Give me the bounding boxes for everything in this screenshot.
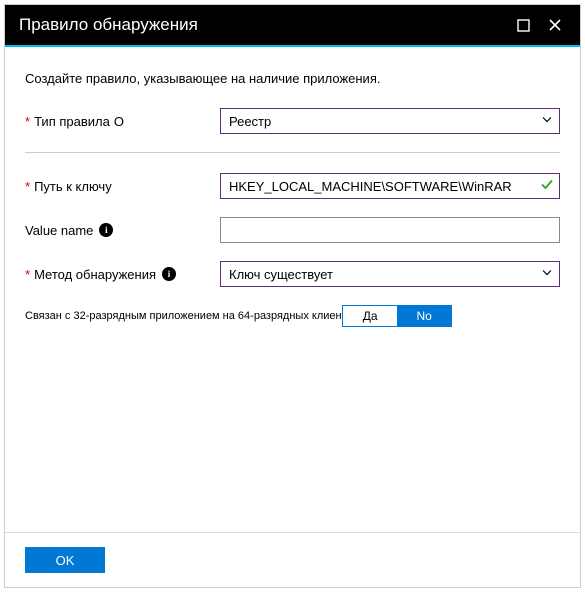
rule-type-label: * Тип правила О: [25, 114, 220, 129]
restore-icon[interactable]: [512, 14, 534, 36]
detection-method-label: * Метод обнаружения i: [25, 267, 220, 282]
panel-content: Создайте правило, указывающее на наличие…: [5, 47, 580, 532]
value-name-input[interactable]: [220, 217, 560, 243]
detection-method-select[interactable]: Ключ существует: [220, 261, 560, 287]
chevron-down-icon: [541, 114, 553, 129]
rule-type-row: * Тип правила О Реестр: [25, 108, 560, 134]
info-icon[interactable]: i: [162, 267, 176, 281]
label-suffix: О: [114, 114, 124, 129]
bitness-label: Связан с 32-разрядным приложением на 64-…: [25, 310, 358, 322]
bitness-yes-option[interactable]: Да: [343, 306, 397, 326]
key-path-row: * Путь к ключу: [25, 173, 560, 199]
check-icon: [540, 178, 554, 195]
required-marker: *: [25, 179, 30, 194]
label-text: Тип правила: [34, 114, 110, 129]
bitness-row: Связан с 32-разрядным приложением на 64-…: [25, 305, 560, 327]
panel-header: Правило обнаружения: [5, 5, 580, 47]
bitness-toggle: Да No: [342, 305, 452, 327]
label-text: Value name: [25, 223, 93, 238]
required-marker: *: [25, 114, 30, 129]
close-icon[interactable]: [544, 14, 566, 36]
bitness-no-option[interactable]: No: [397, 306, 451, 326]
rule-type-select[interactable]: Реестр: [220, 108, 560, 134]
info-icon[interactable]: i: [99, 223, 113, 237]
ok-button[interactable]: OK: [25, 547, 105, 573]
select-value: Реестр: [229, 114, 271, 129]
panel-footer: OK: [5, 532, 580, 587]
chevron-down-icon: [541, 267, 553, 282]
key-path-input[interactable]: [220, 173, 560, 199]
required-marker: *: [25, 267, 30, 282]
label-text: Путь к ключу: [34, 179, 112, 194]
label-text: Метод обнаружения: [34, 267, 156, 282]
key-path-label: * Путь к ключу: [25, 179, 220, 194]
detection-method-row: * Метод обнаружения i Ключ существует: [25, 261, 560, 287]
value-name-label: Value name i: [25, 223, 220, 238]
panel-title: Правило обнаружения: [19, 15, 502, 35]
divider: [25, 152, 560, 153]
select-value: Ключ существует: [229, 267, 333, 282]
value-name-row: Value name i: [25, 217, 560, 243]
intro-text: Создайте правило, указывающее на наличие…: [25, 71, 560, 86]
detection-rule-panel: Правило обнаружения Создайте правило, ук…: [4, 4, 581, 588]
